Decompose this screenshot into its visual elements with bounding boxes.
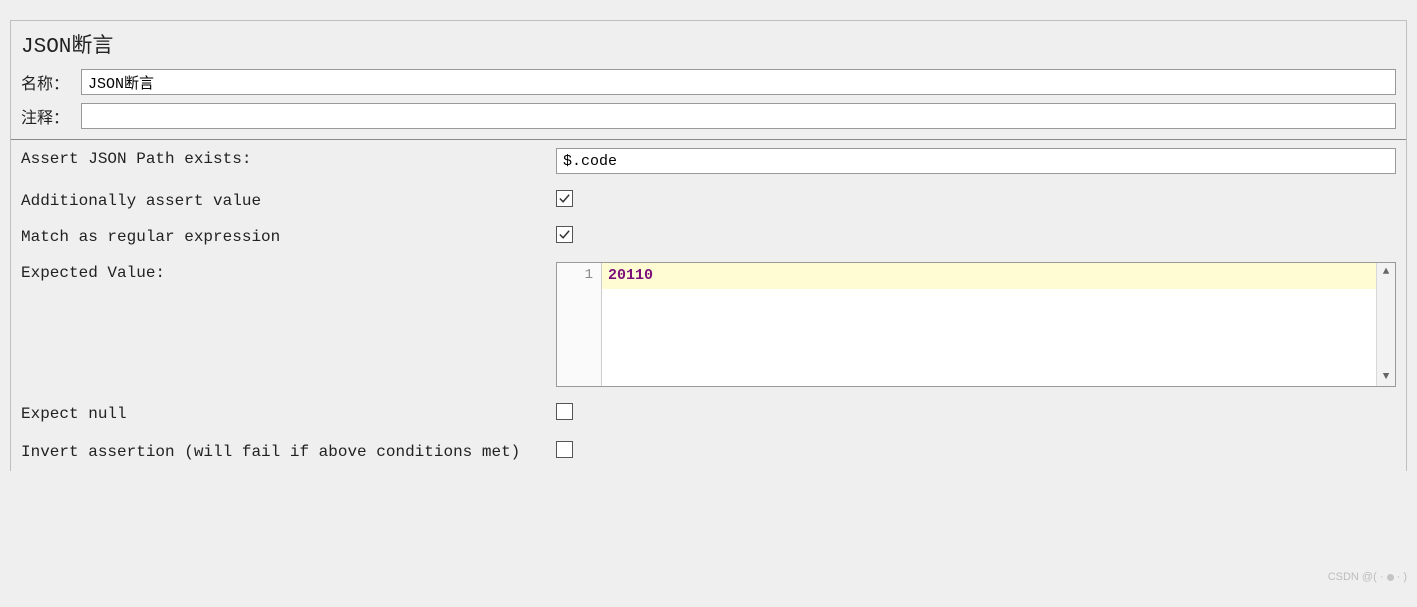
json-path-row: Assert JSON Path exists:	[11, 140, 1406, 182]
json-path-label: Assert JSON Path exists:	[21, 148, 556, 168]
assert-value-row: Additionally assert value	[11, 182, 1406, 218]
line-number: 1	[557, 267, 593, 283]
code-line-1[interactable]: 20110	[602, 263, 1376, 289]
comment-label: 注释：	[21, 104, 81, 128]
json-assertion-panel: JSON断言 名称： 注释： Assert JSON Path exists: …	[10, 20, 1407, 471]
dot-icon	[1387, 574, 1394, 581]
watermark: CSDN @( · · )	[1328, 571, 1407, 583]
expect-null-label: Expect null	[21, 403, 556, 423]
regex-checkbox[interactable]	[556, 226, 573, 243]
panel-title: JSON断言	[11, 21, 1406, 65]
name-input[interactable]	[81, 69, 1396, 95]
invert-checkbox[interactable]	[556, 441, 573, 458]
expect-null-row: Expect null	[11, 395, 1406, 433]
editor-scrollbar[interactable]: ▲ ▼	[1376, 263, 1395, 386]
assert-value-label: Additionally assert value	[21, 190, 556, 210]
watermark-text: CSDN @( ·	[1328, 571, 1387, 583]
scroll-down-icon[interactable]: ▼	[1377, 368, 1395, 386]
expected-value-label: Expected Value:	[21, 262, 556, 282]
expected-value-row: Expected Value: 1 20110 ▲ ▼	[11, 254, 1406, 395]
comment-row: 注释：	[11, 99, 1406, 133]
expected-value-editor[interactable]: 1 20110 ▲ ▼	[556, 262, 1396, 387]
invert-row: Invert assertion (will fail if above con…	[11, 433, 1406, 471]
name-label: 名称：	[21, 70, 81, 94]
scroll-up-icon[interactable]: ▲	[1377, 263, 1395, 281]
check-icon	[558, 192, 571, 205]
editor-gutter: 1	[557, 263, 602, 386]
comment-input[interactable]	[81, 103, 1396, 129]
watermark-tail: · )	[1394, 571, 1407, 583]
expect-null-checkbox[interactable]	[556, 403, 573, 420]
check-icon	[558, 228, 571, 241]
json-path-input[interactable]	[556, 148, 1396, 174]
regex-row: Match as regular expression	[11, 218, 1406, 254]
invert-label: Invert assertion (will fail if above con…	[21, 441, 556, 461]
editor-content[interactable]: 20110	[602, 263, 1376, 386]
regex-label: Match as regular expression	[21, 226, 556, 246]
assert-value-checkbox[interactable]	[556, 190, 573, 207]
name-row: 名称：	[11, 65, 1406, 99]
